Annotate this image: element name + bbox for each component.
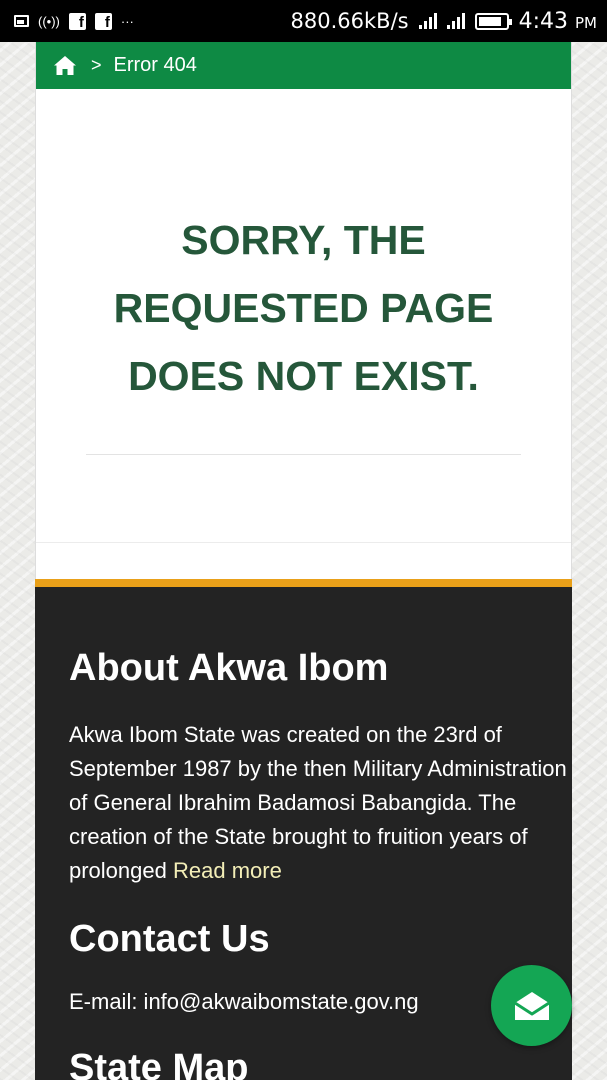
error-line: DOES NOT EXIST. [128, 353, 479, 399]
error-message: SORRY, THE REQUESTED PAGE DOES NOT EXIST… [36, 206, 571, 410]
error-line: SORRY, THE [181, 217, 426, 263]
home-icon[interactable] [53, 55, 77, 76]
divider [86, 454, 521, 455]
clock: 4:43 PM [518, 8, 597, 34]
hotspot-icon: ((•)) [38, 13, 60, 29]
contact-title: Contact Us [69, 918, 270, 960]
signal-icon [418, 13, 437, 29]
facebook-icon: f [68, 12, 86, 30]
breadcrumb: > Error 404 [36, 42, 571, 89]
status-bar: ((•)) f f ··· 880.66kB/s 4:43 PM [0, 0, 607, 42]
contact-fab-button[interactable] [491, 965, 572, 1046]
facebook-icon: f [94, 12, 112, 30]
image-icon [14, 15, 29, 27]
battery-icon [474, 12, 512, 30]
more-notifications-icon: ··· [120, 13, 134, 29]
signal-icon [446, 13, 465, 29]
error-card: > Error 404 SORRY, THE REQUESTED PAGE DO… [35, 42, 572, 587]
error-line: REQUESTED PAGE [113, 285, 494, 331]
breadcrumb-current: Error 404 [113, 54, 197, 76]
about-text: Akwa Ibom State was created on the 23rd … [69, 718, 572, 888]
envelope-open-icon [513, 991, 550, 1020]
read-more-link[interactable]: Read more [173, 858, 282, 883]
state-map-title: State Map [69, 1047, 249, 1080]
network-speed: 880.66kB/s [290, 9, 409, 33]
breadcrumb-separator: > [91, 55, 102, 75]
about-title: About Akwa Ibom [69, 647, 389, 689]
about-body: Akwa Ibom State was created on the 23rd … [69, 722, 567, 883]
divider [36, 542, 571, 543]
